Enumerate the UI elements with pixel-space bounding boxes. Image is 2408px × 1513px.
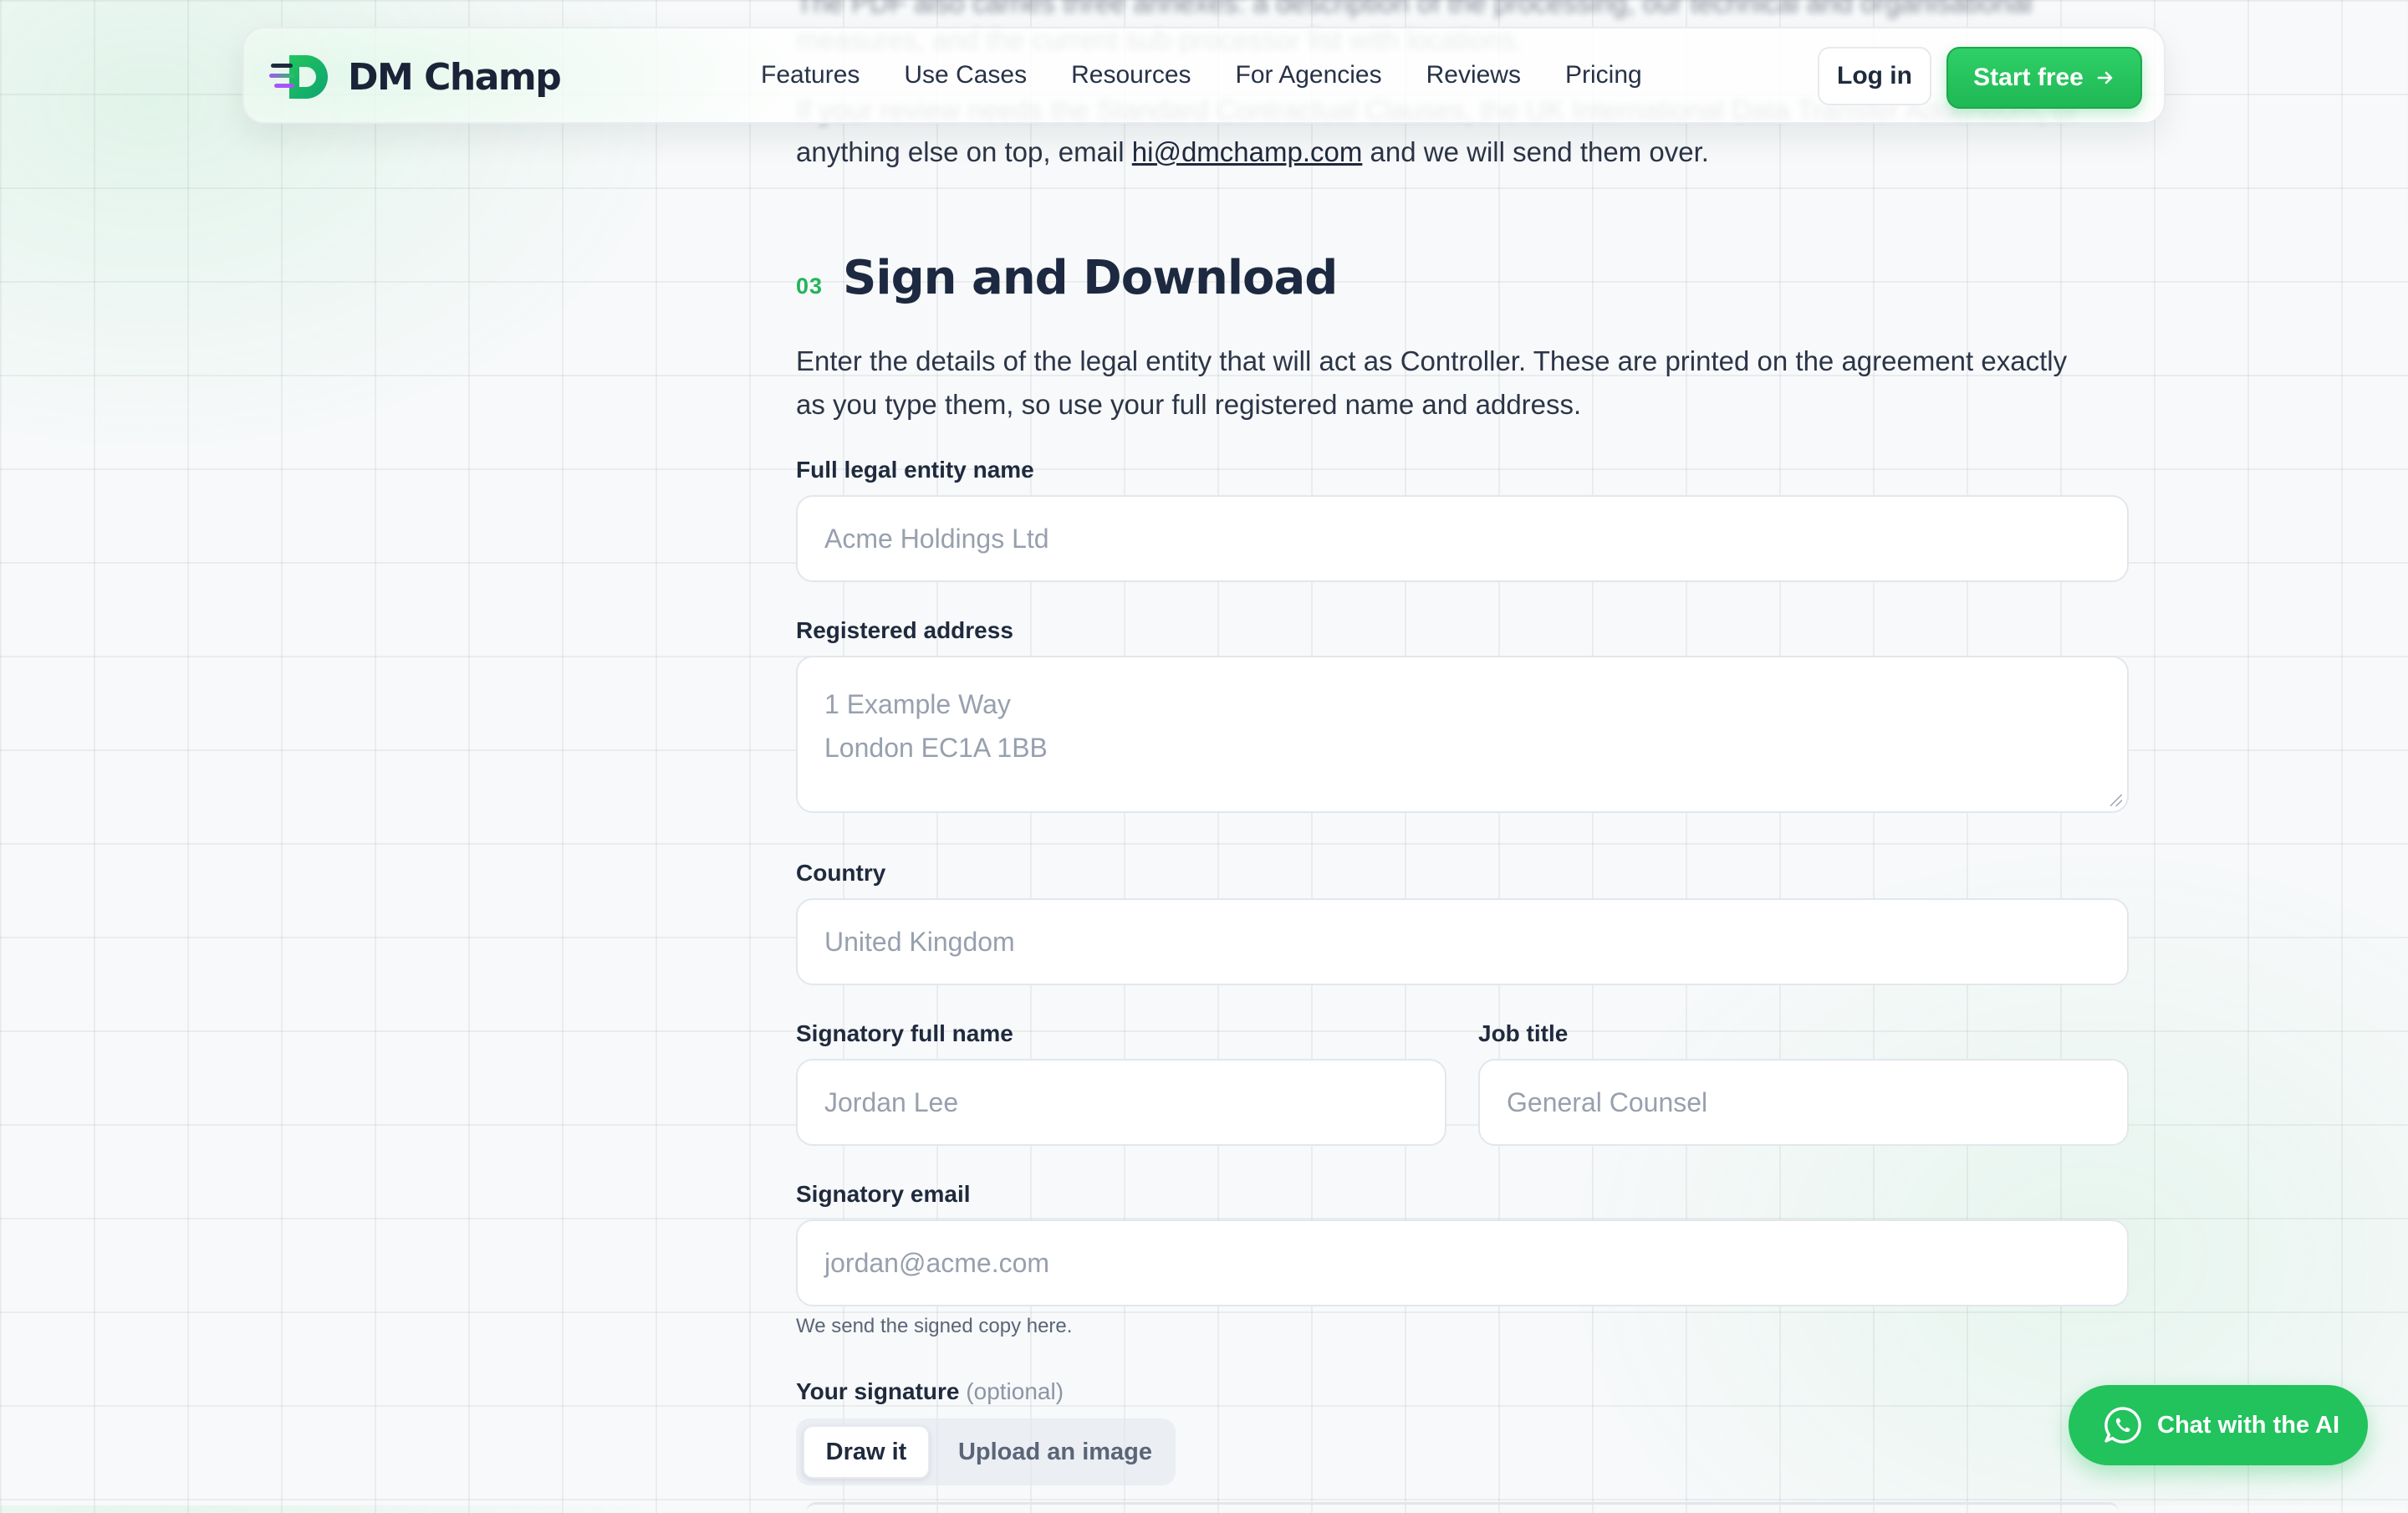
entity-name-placeholder: Acme Holdings Ltd bbox=[824, 523, 1049, 554]
email-help-text: We send the signed copy here. bbox=[796, 1315, 1073, 1337]
nav-link-features[interactable]: Features bbox=[761, 61, 860, 89]
country-label: Country bbox=[796, 860, 886, 886]
top-navbar: DM Champ Features Use Cases Resources Fo… bbox=[242, 27, 2166, 124]
address-placeholder-line: London EC1A 1BB bbox=[824, 733, 1048, 763]
nav-link-reviews[interactable]: Reviews bbox=[1426, 61, 1521, 89]
contact-paragraph: anything else on top, email hi@dmchamp.c… bbox=[796, 130, 1709, 174]
tab-upload-image[interactable]: Upload an image bbox=[946, 1425, 1164, 1479]
entity-name-input[interactable]: Acme Holdings Ltd bbox=[796, 495, 2129, 582]
login-button[interactable]: Log in bbox=[1818, 47, 1931, 105]
country-input[interactable]: United Kingdom bbox=[796, 898, 2129, 985]
chat-label: Chat with the AI bbox=[2157, 1411, 2340, 1439]
job-title-label: Job title bbox=[1478, 1020, 1569, 1046]
resize-handle-icon[interactable] bbox=[2110, 795, 2122, 806]
start-free-button[interactable]: Start free bbox=[1946, 47, 2142, 109]
address-textarea[interactable]: 1 Example Way London EC1A 1BB bbox=[796, 656, 2129, 813]
nav-link-pricing[interactable]: Pricing bbox=[1565, 61, 1642, 89]
nav-link-for-agencies[interactable]: For Agencies bbox=[1236, 61, 1382, 89]
nav-link-use-cases[interactable]: Use Cases bbox=[904, 61, 1027, 89]
signatory-name-input[interactable]: Jordan Lee bbox=[796, 1059, 1446, 1146]
address-placeholder-line: 1 Example Way bbox=[824, 689, 1011, 719]
signatory-name-label: Signatory full name bbox=[796, 1020, 1013, 1046]
job-title-input[interactable]: General Counsel bbox=[1478, 1059, 2129, 1146]
section-number: 03 bbox=[796, 273, 824, 299]
country-placeholder: United Kingdom bbox=[824, 926, 1015, 957]
tab-draw-it[interactable]: Draw it bbox=[803, 1425, 930, 1479]
nav-link-resources[interactable]: Resources bbox=[1071, 61, 1191, 89]
contact-email-link[interactable]: hi@dmchamp.com bbox=[1132, 136, 1363, 167]
signature-label-text: Your signature bbox=[796, 1378, 960, 1404]
signature-optional-text: (optional) bbox=[966, 1378, 1064, 1404]
intro-line: Enter the details of the legal entity th… bbox=[796, 345, 2068, 376]
entity-name-label: Full legal entity name bbox=[796, 457, 1034, 483]
contact-text-after: and we will send them over. bbox=[1362, 136, 1709, 167]
section-intro: Enter the details of the legal entity th… bbox=[796, 340, 2129, 427]
chat-with-ai-button[interactable]: Chat with the AI bbox=[2069, 1385, 2368, 1465]
signature-pad[interactable] bbox=[806, 1502, 2119, 1513]
arrow-right-icon bbox=[2097, 71, 2113, 84]
signatory-email-input[interactable]: jordan@acme.com bbox=[796, 1219, 2129, 1306]
start-free-label: Start free bbox=[1973, 64, 2084, 91]
whatsapp-icon bbox=[2104, 1407, 2141, 1444]
signature-label: Your signature (optional) bbox=[796, 1378, 1064, 1405]
address-label: Registered address bbox=[796, 617, 1013, 643]
brand-name: DM Champ bbox=[348, 55, 562, 99]
dm-champ-logo-icon bbox=[269, 55, 328, 99]
section-heading: 03 Sign and Download bbox=[796, 251, 1338, 305]
intro-line: as you type them, so use your full regis… bbox=[796, 389, 1582, 420]
job-title-placeholder: General Counsel bbox=[1507, 1086, 1708, 1117]
signatory-email-placeholder: jordan@acme.com bbox=[824, 1247, 1050, 1278]
contact-text-before: anything else on top, email bbox=[796, 136, 1132, 167]
section-title: Sign and Download bbox=[843, 251, 1338, 305]
signature-mode-tabs: Draw it Upload an image bbox=[796, 1418, 1176, 1485]
nav-links: Features Use Cases Resources For Agencie… bbox=[761, 28, 1686, 122]
signatory-name-placeholder: Jordan Lee bbox=[824, 1086, 959, 1117]
signatory-email-label: Signatory email bbox=[796, 1181, 971, 1207]
brand-logo[interactable]: DM Champ bbox=[269, 52, 562, 102]
